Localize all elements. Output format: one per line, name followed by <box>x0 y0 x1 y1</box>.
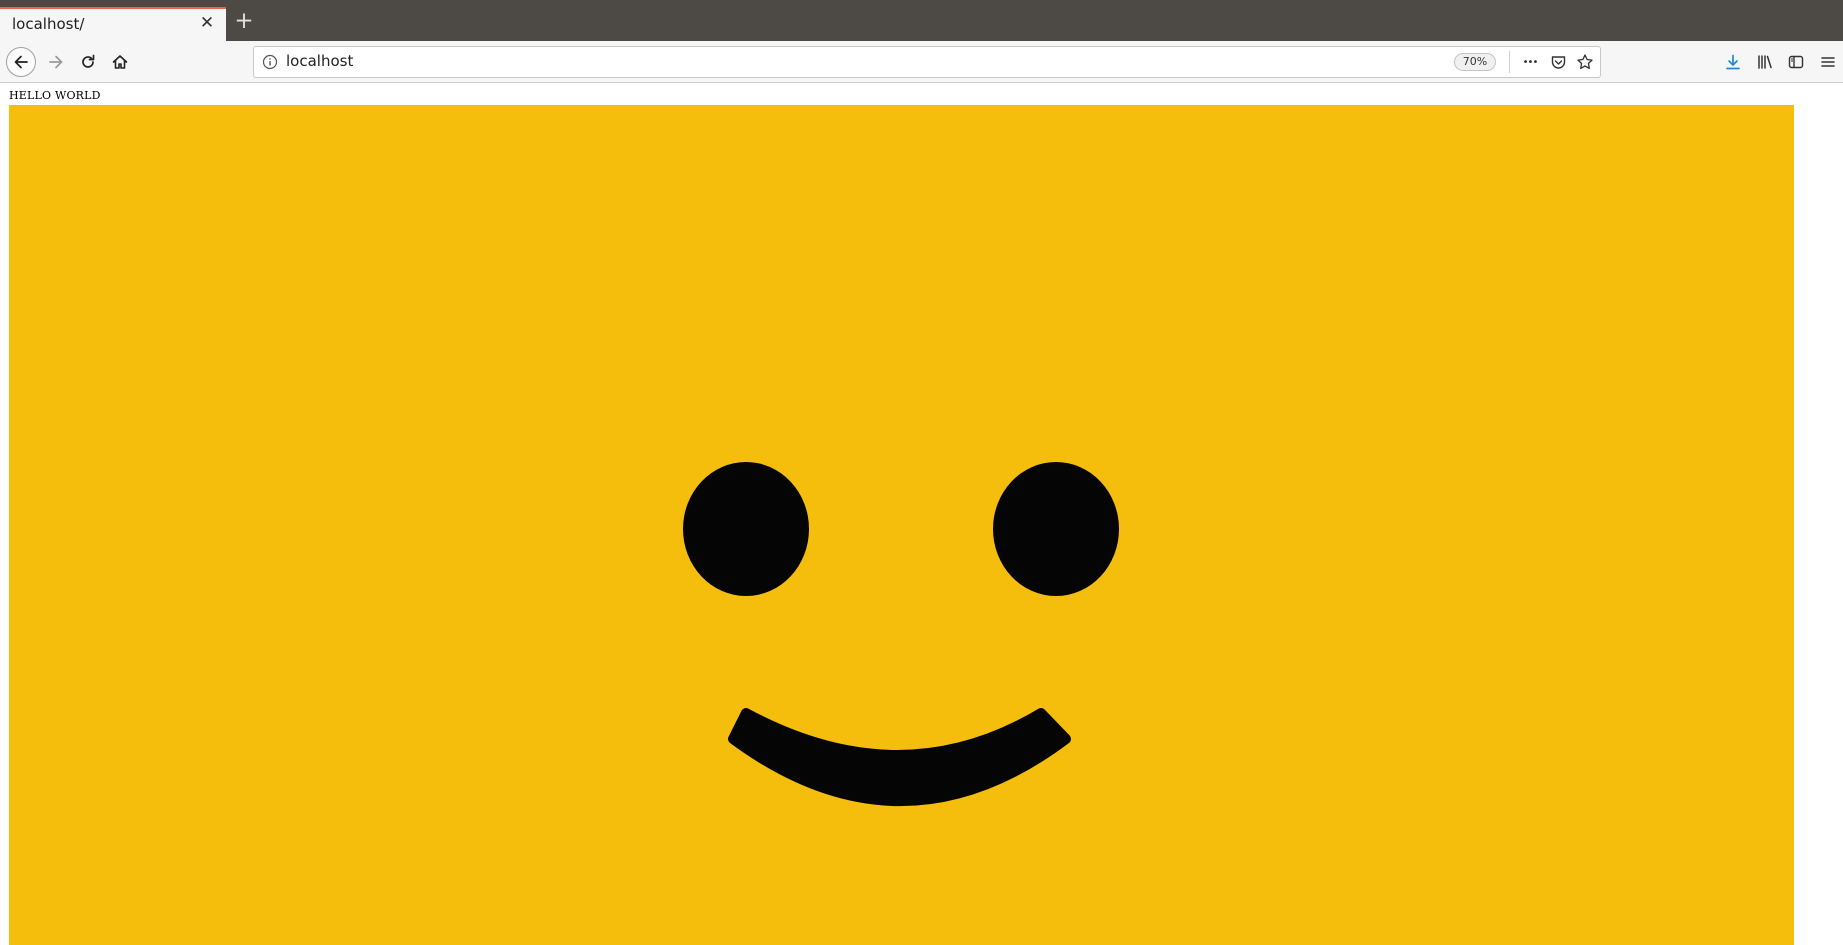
url-bar[interactable]: localhost 70% ••• <box>253 46 1601 78</box>
close-tab-icon[interactable]: ✕ <box>196 12 218 34</box>
smiley-left-eye <box>683 462 809 596</box>
page-actions-button[interactable]: ••• <box>1519 52 1541 72</box>
smiley-right-eye <box>993 462 1119 596</box>
sidebar-toggle-button[interactable] <box>1783 49 1809 75</box>
url-bar-separator <box>1509 51 1510 73</box>
more-dots-icon: ••• <box>1522 56 1539 68</box>
arrow-right-icon <box>49 55 63 69</box>
home-icon <box>112 55 128 69</box>
browser-window: localhost/ ✕ + localhost 70% ••• HELLO W… <box>0 0 1843 945</box>
navigation-toolbar: localhost 70% ••• <box>0 41 1843 83</box>
tab-localhost[interactable]: localhost/ ✕ <box>0 7 226 41</box>
page-heading: HELLO WORLD <box>9 89 101 102</box>
reload-icon <box>82 54 95 68</box>
forward-button[interactable] <box>42 48 70 76</box>
pocket-icon <box>1551 55 1565 69</box>
open-menu-button[interactable] <box>1815 49 1841 75</box>
site-info-icon[interactable] <box>262 54 278 70</box>
url-text[interactable]: localhost <box>286 52 353 70</box>
web-content: HELLO WORLD <box>0 83 1843 945</box>
library-button[interactable] <box>1752 49 1778 75</box>
smiley-background <box>9 105 1794 945</box>
tab-strip: localhost/ ✕ + <box>0 0 1843 41</box>
smiley-canvas <box>9 105 1794 945</box>
download-arrow-icon <box>1726 54 1740 70</box>
hamburger-menu-icon <box>1821 57 1835 67</box>
reload-button[interactable] <box>74 48 102 76</box>
back-button[interactable] <box>6 47 36 77</box>
new-tab-button[interactable]: + <box>232 8 256 34</box>
library-icon <box>1758 55 1772 69</box>
smiley-face-graphic <box>9 105 1794 945</box>
zoom-level-badge[interactable]: 70% <box>1454 53 1496 71</box>
sidebar-icon <box>1788 55 1804 69</box>
home-button[interactable] <box>106 48 134 76</box>
bookmark-star-button[interactable] <box>1574 52 1596 72</box>
arrow-left-icon <box>14 55 28 69</box>
pocket-button[interactable] <box>1547 52 1569 72</box>
star-icon <box>1577 54 1593 70</box>
tab-title: localhost/ <box>12 15 85 33</box>
downloads-button[interactable] <box>1720 49 1746 75</box>
